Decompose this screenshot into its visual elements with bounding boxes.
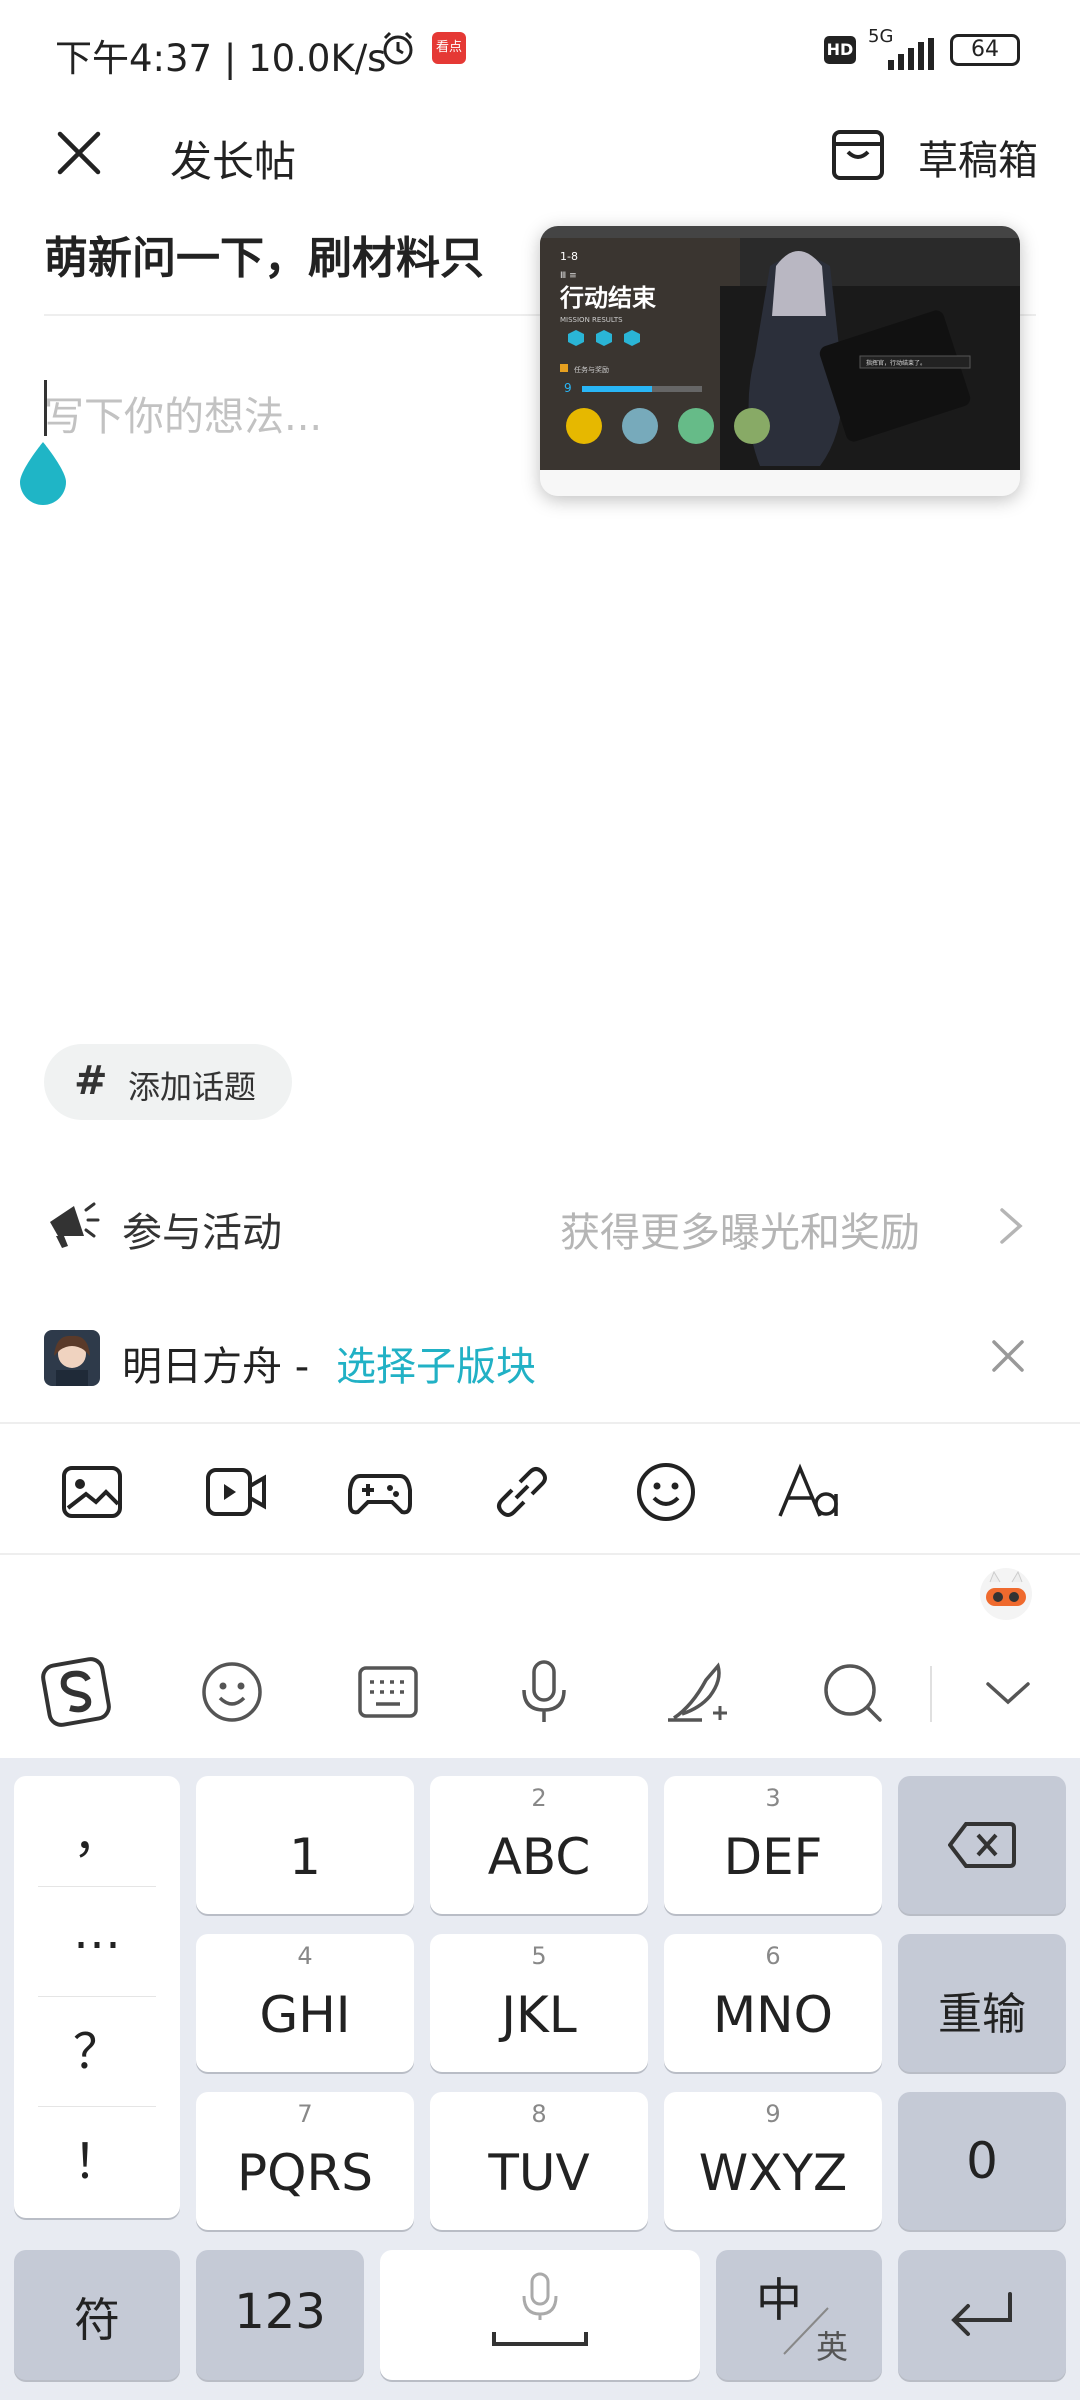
megaphone-icon — [50, 1202, 100, 1248]
preview-stage: 1-8 — [560, 250, 578, 263]
search-icon[interactable] — [816, 1656, 888, 1728]
close-icon[interactable] — [990, 1338, 1026, 1374]
screenshot-thumbnail: 1-8 Ⅲ ≡ 行动结束 MISSION RESULTS 任务与奖励 9 指挥官… — [540, 226, 1020, 496]
assistant-bot-icon[interactable] — [978, 1566, 1034, 1622]
microphone-icon[interactable] — [508, 1656, 580, 1728]
key-exclaim[interactable]: ！ — [14, 2122, 180, 2192]
activity-hint[interactable]: 获得更多曝光和奖励 — [560, 1200, 920, 1258]
post-body-input[interactable]: 写下你的想法... — [44, 384, 322, 442]
preview-rewards-label: 任务与奖励 — [574, 365, 609, 374]
reinput-key[interactable]: 重输 — [898, 1934, 1066, 2072]
board-avatar — [44, 1330, 100, 1386]
enter-key[interactable] — [898, 2250, 1066, 2380]
backspace-key[interactable] — [898, 1776, 1066, 1914]
preview-level: 9 — [564, 381, 572, 395]
game-icon[interactable] — [348, 1460, 412, 1524]
status-time: 下午4:37 | 10.0K/s — [55, 37, 387, 80]
add-topic-button[interactable]: # 添加话题 — [44, 1044, 292, 1120]
key-question[interactable]: ？ — [14, 2012, 180, 2082]
status-bar: 下午4:37 | 10.0K/s 看点 HD 5G 64 — [0, 0, 1080, 100]
numbers-key[interactable]: 123 — [196, 2250, 364, 2380]
preview-chat: 指挥官，行动结束了。 — [866, 359, 926, 367]
enter-icon — [951, 2292, 1012, 2336]
key-1[interactable]: 1 — [196, 1776, 414, 1914]
preview-subheadline: MISSION RESULTS — [560, 316, 623, 324]
image-preview-card[interactable]: 1-8 Ⅲ ≡ 行动结束 MISSION RESULTS 任务与奖励 9 指挥官… — [540, 226, 1020, 496]
key-tuv[interactable]: 8 TUV — [430, 2092, 648, 2230]
key-pqrs[interactable]: 7 PQRS — [196, 2092, 414, 2230]
divider — [0, 1422, 1080, 1424]
collapse-icon[interactable] — [972, 1656, 1044, 1728]
key-jkl[interactable]: 5 JKL — [430, 1934, 648, 2072]
keyboard: ， … ？ ！ 1 2 ABC 3 DEF 4 GHI 5 JKL 6 MNO 重输 7P… — [0, 1758, 1080, 2400]
symbols-key[interactable]: 符 — [14, 2250, 180, 2380]
cursor-handle-icon[interactable] — [16, 440, 70, 506]
space-mic-icon — [492, 2272, 588, 2346]
image-icon[interactable] — [60, 1460, 124, 1524]
alarm-icon — [383, 31, 413, 65]
key-wxyz[interactable]: 9 WXYZ — [664, 2092, 882, 2230]
activity-label[interactable]: 参与活动 — [122, 1200, 282, 1258]
handwriting-icon[interactable] — [662, 1656, 734, 1728]
key-def[interactable]: 3 DEF — [664, 1776, 882, 1914]
divider — [0, 1553, 1080, 1555]
divider — [930, 1666, 932, 1722]
sogou-logo-icon[interactable] — [40, 1656, 112, 1728]
link-icon[interactable] — [490, 1460, 554, 1524]
add-topic-label: 添加话题 — [128, 1068, 257, 1106]
page-title: 发长帖 — [170, 137, 297, 186]
key-ellipsis[interactable]: … — [14, 1904, 180, 1960]
post-title-input[interactable]: 萌新问一下，刷材料只 — [44, 222, 564, 286]
key-0[interactable]: 0 — [898, 2092, 1066, 2230]
close-icon[interactable] — [54, 128, 104, 178]
video-icon[interactable] — [204, 1460, 268, 1524]
signal-icon — [888, 38, 934, 70]
preview-rank: Ⅲ ≡ — [560, 271, 577, 281]
space-key[interactable] — [380, 2250, 700, 2380]
select-subboard-link[interactable]: 选择子版块 — [336, 1334, 536, 1392]
key-ghi[interactable]: 4 GHI — [196, 1934, 414, 2072]
punctuation-column[interactable]: ， … ？ ！ — [14, 1776, 180, 2218]
key-mno[interactable]: 6 MNO — [664, 1934, 882, 2072]
text-caret — [44, 380, 47, 436]
emoji-icon[interactable] — [196, 1656, 268, 1728]
drafts-button[interactable]: 草稿箱 — [918, 128, 1038, 186]
emoji-icon[interactable] — [634, 1460, 698, 1524]
key-abc[interactable]: 2 ABC — [430, 1776, 648, 1914]
battery-indicator: 64 — [950, 34, 1020, 66]
language-switch-key[interactable]: 中 英 — [716, 2250, 882, 2380]
chevron-right-icon[interactable] — [996, 1206, 1026, 1246]
drafts-box-icon[interactable] — [828, 124, 888, 184]
text-format-icon[interactable] — [776, 1460, 840, 1524]
kandian-badge-icon: 看点 — [432, 32, 466, 64]
backspace-icon — [948, 1822, 1016, 1868]
board-name: 明日方舟 - — [122, 1344, 310, 1390]
keyboard-icon[interactable] — [352, 1656, 424, 1728]
hash-icon: # — [74, 1058, 108, 1104]
preview-headline: 行动结束 — [559, 284, 657, 312]
key-comma[interactable]: ， — [14, 1796, 180, 1866]
hd-badge: HD — [824, 36, 856, 64]
